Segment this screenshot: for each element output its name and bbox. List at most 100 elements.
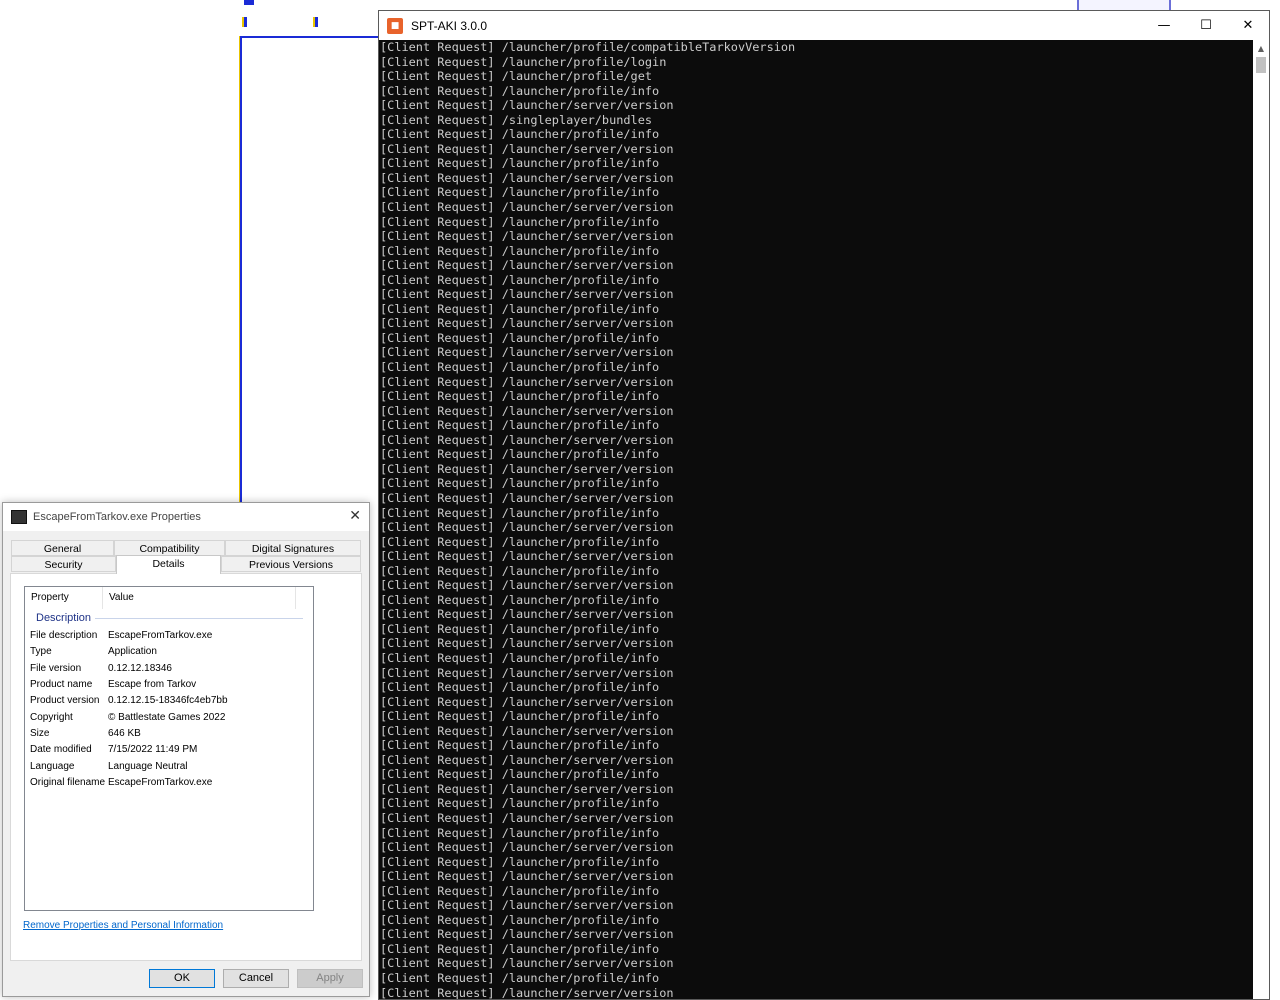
console-line: [Client Request] /launcher/server/versio… [380,374,674,389]
property-value: 646 KB [108,728,141,740]
property-name: Original filename [30,777,106,789]
properties-title: EscapeFromTarkov.exe Properties [33,511,201,523]
console-line: [Client Request] /launcher/server/versio… [380,752,674,767]
console-line: [Client Request] /launcher/profile/info [380,825,660,840]
details-list[interactable]: Property Value Description File descript… [24,586,314,911]
properties-titlebar[interactable]: EscapeFromTarkov.exe Properties ✕ [3,503,369,531]
property-value: © Battlestate Games 2022 [108,711,226,723]
property-name: Product version [30,695,100,707]
column-header-property[interactable]: Property [31,592,69,603]
tab-digital-signatures[interactable]: Digital Signatures [225,540,361,556]
spt-aki-icon: ■ [387,17,403,34]
console-line: [Client Request] /launcher/server/versio… [380,578,674,593]
console-line: [Client Request] /launcher/server/versio… [380,694,674,709]
property-name: Product name [30,679,93,691]
property-value: Application [108,646,157,658]
property-value: EscapeFromTarkov.exe [108,630,213,641]
console-line: [Client Request] /launcher/profile/info [380,854,660,869]
group-description-label: Description [36,612,92,624]
console-line: [Client Request] /launcher/profile/info [380,534,660,549]
minimize-button[interactable]: — [1143,11,1185,40]
console-line: [Client Request] /launcher/profile/info [380,563,660,578]
minimize-icon: — [1157,18,1171,33]
cancel-button[interactable]: Cancel [223,969,289,988]
column-separator [295,587,296,609]
close-icon: ✕ [1242,18,1254,33]
property-value: 7/15/2022 11:49 PM [108,744,198,756]
console-line: [Client Request] /launcher/profile/info [380,214,660,229]
console-line: [Client Request] /launcher/server/versio… [380,258,674,273]
console-line: [Client Request] /launcher/profile/info [380,941,660,956]
console-line: [Client Request] /launcher/server/versio… [380,200,674,215]
console-line: [Client Request] /launcher/server/versio… [380,607,674,622]
console-scrollbar[interactable]: ▲ [1253,40,1269,999]
property-value: EscapeFromTarkov.exe [108,777,213,789]
remove-properties-link[interactable]: Remove Properties and Personal Informati… [23,920,223,931]
tab-compatibility[interactable]: Compatibility [114,540,225,556]
list-header: Property Value [25,587,313,609]
console-line: [Client Request] /launcher/server/versio… [380,549,674,564]
maximize-button[interactable]: ☐ [1185,11,1227,40]
console-line: [Client Request] /launcher/server/versio… [380,636,674,651]
console-line: [Client Request] /launcher/profile/info [380,389,660,404]
close-button[interactable]: ✕ [1227,11,1269,40]
console-line: [Client Request] /launcher/server/versio… [380,345,674,360]
console-line: [Client Request] /launcher/profile/info [380,83,660,98]
console-line: [Client Request] /launcher/profile/info [380,738,660,753]
console-line: [Client Request] /launcher/server/versio… [380,98,674,113]
console-line: [Client Request] /launcher/server/versio… [380,490,674,505]
console-line: [Client Request] /launcher/server/versio… [380,956,674,971]
property-value: 0.12.12.15-18346fc4eb7bb [108,695,228,707]
scroll-up-arrow-icon[interactable]: ▲ [1253,40,1269,57]
console-line: [Client Request] /launcher/profile/info [380,971,660,985]
console-line: [Client Request] /singleplayer/bundles [380,112,653,127]
tab-previous-versions[interactable]: Previous Versions [221,556,361,572]
console-line: [Client Request] /launcher/profile/info [380,243,660,258]
tab-general[interactable]: General [11,540,114,556]
property-value: Escape from Tarkov [108,679,197,691]
property-name: Copyright [30,711,73,723]
tab-security[interactable]: Security [11,556,116,572]
console-line: [Client Request] /launcher/server/versio… [380,810,674,825]
console-line: [Client Request] /launcher/server/versio… [380,723,674,738]
console-line: [Client Request] /launcher/profile/info [380,127,660,142]
console-line: [Client Request] /launcher/profile/info [380,767,660,782]
console-line: [Client Request] /launcher/server/versio… [380,869,674,884]
console-line: [Client Request] /launcher/profile/info [380,476,660,491]
console-line: [Client Request] /launcher/profile/info [380,418,660,433]
console-line: [Client Request] /launcher/server/versio… [380,927,674,942]
properties-dialog: EscapeFromTarkov.exe Properties ✕ Genera… [2,502,370,997]
console-line: [Client Request] /launcher/profile/info [380,447,660,462]
column-header-value[interactable]: Value [109,592,134,603]
tab-details[interactable]: Details [116,555,221,574]
console-line: [Client Request] /launcher/profile/info [380,650,660,665]
properties-close-icon[interactable]: ✕ [349,508,361,524]
console-line: [Client Request] /launcher/server/versio… [380,461,674,476]
details-panel: Property Value Description File descript… [10,573,362,961]
property-name: Size [30,728,50,740]
property-value: Language Neutral [108,760,188,772]
console-line: [Client Request] /launcher/server/versio… [380,781,674,796]
console-output[interactable]: [Client Request] /launcher/profile/compa… [380,40,1253,999]
console-line: [Client Request] /launcher/profile/info [380,883,660,898]
ok-button[interactable]: OK [149,969,215,988]
console-line: [Client Request] /launcher/profile/info [380,505,660,520]
console-line: [Client Request] /launcher/profile/info [380,156,660,171]
maximize-icon: ☐ [1200,18,1212,33]
console-window: ■ SPT-AKI 3.0.0 — ☐ ✕ [Client Request] /… [378,10,1270,1000]
console-line: [Client Request] /launcher/profile/info [380,796,660,811]
console-line: [Client Request] /launcher/server/versio… [380,141,674,156]
scroll-thumb[interactable] [1256,57,1266,73]
console-line: [Client Request] /launcher/server/versio… [380,840,674,855]
console-line: [Client Request] /launcher/profile/info [380,360,660,375]
console-titlebar[interactable]: ■ SPT-AKI 3.0.0 — ☐ ✕ [379,11,1269,40]
console-line: [Client Request] /launcher/profile/login [380,54,667,69]
background-window-frame [240,36,392,508]
property-name: Type [30,646,52,658]
console-line: [Client Request] /launcher/profile/info [380,709,660,724]
tarkov-app-icon [11,510,27,524]
console-line: [Client Request] /launcher/server/versio… [380,403,674,418]
console-line: [Client Request] /launcher/server/versio… [380,665,674,680]
console-line: [Client Request] /launcher/profile/info [380,330,660,345]
apply-button[interactable]: Apply [297,969,363,988]
